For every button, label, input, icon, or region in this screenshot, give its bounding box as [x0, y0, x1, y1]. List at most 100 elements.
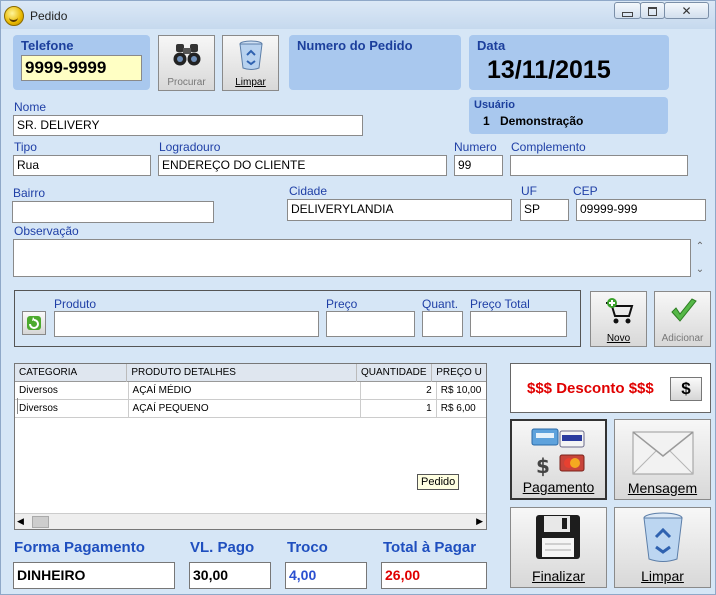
grid-body: Diversos AÇAÍ MÉDIO 2 R$ 10,00 Diversos …	[15, 382, 486, 418]
pagamento-label: Pagamento	[522, 479, 595, 495]
observacao-textarea[interactable]	[13, 239, 691, 277]
mensagem-label: Mensagem	[627, 480, 698, 496]
observacao-label: Observação	[14, 224, 79, 238]
troco-label: Troco	[287, 539, 328, 556]
quant-label: Quant.	[422, 297, 459, 311]
title-bar: Pedido ✕	[1, 1, 715, 29]
mensagem-button[interactable]: Mensagem	[614, 419, 711, 500]
grid-header: CATEGORIA PRODUTO DETALHES QUANTIDADE PR…	[15, 364, 486, 382]
minimize-button[interactable]	[614, 2, 641, 19]
pagamento-button[interactable]: $ Pagamento	[510, 419, 607, 500]
table-row[interactable]: Diversos AÇAÍ MÉDIO 2 R$ 10,00	[15, 382, 486, 400]
limpar-top-button[interactable]: Limpar	[222, 35, 279, 91]
total-value: 26,00	[381, 562, 487, 589]
adicionar-label: Adicionar	[661, 333, 704, 344]
binoculars-icon	[173, 44, 201, 66]
floppy-disk-icon	[536, 515, 580, 559]
cell-categoria: Diversos	[15, 382, 129, 400]
novo-label: Novo	[606, 333, 631, 344]
telefone-input[interactable]: 9999-9999	[21, 55, 142, 81]
grid-header-quantidade[interactable]: QUANTIDADE	[356, 364, 433, 382]
limpar-bottom-button[interactable]: Limpar	[614, 507, 711, 588]
troco-value: 4,00	[285, 562, 367, 589]
telefone-label: Telefone	[21, 38, 74, 53]
nome-input[interactable]: SR. DELIVERY	[13, 115, 363, 136]
preco-total-label: Preço Total	[470, 297, 530, 311]
cell-preco: R$ 6,00	[440, 403, 476, 414]
bairro-input[interactable]	[12, 201, 214, 223]
cell-preco: R$ 10,00	[440, 385, 482, 396]
complemento-input[interactable]	[510, 155, 688, 176]
scroll-up-icon: ⌃	[695, 241, 705, 252]
preco-input[interactable]	[326, 311, 415, 337]
refresh-produto-button[interactable]	[22, 311, 46, 335]
usuario-panel: Usuário 1 Demonstração	[469, 97, 668, 134]
grid-header-categoria[interactable]: CATEGORIA	[15, 364, 128, 382]
scroll-right-icon[interactable]: ▶	[476, 516, 483, 527]
limpar-top-label: Limpar	[235, 77, 266, 88]
adicionar-button[interactable]: Adicionar	[654, 291, 711, 347]
data-value: 13/11/2015	[487, 56, 611, 84]
preco-total-input[interactable]	[470, 311, 567, 337]
maximize-button[interactable]	[640, 2, 665, 19]
finalizar-label: Finalizar	[532, 568, 585, 584]
vl-pago-label: VL. Pago	[190, 539, 255, 556]
credit-cards-icon: $	[531, 428, 585, 477]
logradouro-label: Logradouro	[159, 140, 221, 154]
checkmark-icon	[671, 298, 697, 322]
uf-input[interactable]: SP	[520, 199, 569, 221]
uf-label: UF	[521, 184, 537, 198]
quant-input[interactable]	[422, 311, 463, 337]
numero-pedido-label: Numero do Pedido	[297, 38, 413, 53]
finalizar-button[interactable]: Finalizar	[510, 507, 607, 588]
cell-produto: AÇAÍ PEQUENO	[128, 399, 361, 418]
limpar-bottom-label: Limpar	[641, 568, 684, 584]
usuario-id: 1	[483, 114, 490, 128]
refresh-icon	[27, 316, 41, 330]
minimize-icon	[622, 12, 633, 17]
numero-input[interactable]: 99	[454, 155, 503, 176]
recycle-bin-icon	[643, 512, 683, 562]
produto-label: Produto	[54, 297, 97, 311]
scroll-thumb[interactable]	[32, 516, 49, 528]
data-label: Data	[477, 38, 506, 53]
procurar-button[interactable]: Procurar	[158, 35, 215, 91]
close-icon: ✕	[681, 4, 692, 18]
order-grid: CATEGORIA PRODUTO DETALHES QUANTIDADE PR…	[14, 363, 487, 530]
total-label: Total à Pagar	[383, 539, 477, 556]
cart-add-icon	[606, 298, 634, 324]
observacao-scrollbar[interactable]: ⌃ ⌄	[693, 239, 707, 277]
desconto-panel: $$$ Desconto $$$ $	[510, 363, 711, 413]
smiley-icon	[4, 6, 24, 26]
produto-input[interactable]	[54, 311, 319, 337]
numero-label: Numero	[454, 140, 497, 154]
grid-tooltip: Pedido	[417, 474, 460, 490]
cell-categoria: Diversos	[15, 399, 129, 418]
numero-pedido-panel: Numero do Pedido	[289, 35, 461, 90]
table-row[interactable]: Diversos AÇAÍ PEQUENO 1 R$ 6,00	[15, 399, 486, 418]
nome-label: Nome	[14, 100, 47, 114]
grid-horizontal-scrollbar[interactable]: ◀ ▶	[15, 513, 486, 529]
cell-quantidade: 2	[360, 382, 437, 400]
forma-pagamento-input[interactable]: DINHEIRO	[13, 562, 175, 589]
tipo-label: Tipo	[14, 140, 37, 154]
logradouro-input[interactable]: ENDEREÇO DO CLIENTE	[158, 155, 447, 176]
recycle-bin-icon	[239, 40, 263, 70]
telefone-panel: Telefone 9999-9999	[13, 35, 150, 90]
usuario-name: Demonstração	[500, 114, 584, 128]
scroll-left-icon[interactable]: ◀	[17, 516, 24, 527]
vl-pago-input[interactable]: 30,00	[189, 562, 271, 589]
cidade-input[interactable]: DELIVERYLANDIA	[287, 199, 512, 221]
tipo-input[interactable]: Rua	[13, 155, 151, 176]
bairro-label: Bairro	[13, 186, 46, 200]
close-button[interactable]: ✕	[664, 2, 709, 19]
grid-header-produto[interactable]: PRODUTO DETALHES	[126, 364, 358, 382]
cep-input[interactable]: 09999-999	[576, 199, 706, 221]
cell-quantidade: 1	[360, 399, 437, 418]
cell-produto: AÇAÍ MÉDIO	[128, 382, 361, 400]
grid-header-preco[interactable]: PREÇO U	[432, 364, 486, 382]
novo-button[interactable]: Novo	[590, 291, 647, 347]
desconto-button[interactable]: $	[670, 377, 702, 401]
data-panel: Data 13/11/2015	[469, 35, 669, 90]
envelope-icon	[632, 431, 694, 475]
